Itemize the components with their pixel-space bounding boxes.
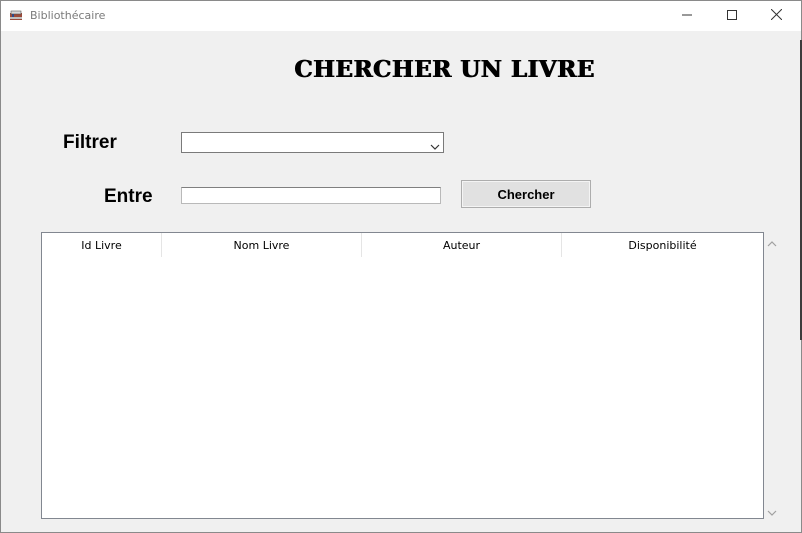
column-header-id[interactable]: Id Livre <box>42 233 162 257</box>
filter-dropdown[interactable] <box>181 132 444 153</box>
scroll-up-arrow-icon[interactable] <box>765 236 779 247</box>
app-window: Bibliothécaire CHERCHER UN LIVRE Filtrer… <box>0 0 802 533</box>
page-title: CHERCHER UN LIVRE <box>294 56 595 83</box>
books-table: Id Livre Nom Livre Auteur Disponibilité <box>41 232 764 519</box>
table-header: Id Livre Nom Livre Auteur Disponibilité <box>42 233 763 257</box>
books-app-icon <box>9 9 23 22</box>
scroll-down-arrow-icon[interactable] <box>765 505 779 516</box>
column-header-author[interactable]: Auteur <box>362 233 562 257</box>
minimize-button[interactable] <box>664 1 709 31</box>
search-label: Entre <box>104 186 153 207</box>
search-input[interactable] <box>181 187 441 204</box>
filter-label: Filtrer <box>63 132 117 153</box>
chevron-down-icon <box>430 138 440 150</box>
window-title: Bibliothécaire <box>30 9 106 22</box>
title-bar: Bibliothécaire <box>1 1 801 31</box>
close-button[interactable] <box>754 1 799 31</box>
minimize-icon <box>681 7 692 25</box>
maximize-icon <box>726 7 737 25</box>
search-button[interactable]: Chercher <box>461 180 591 208</box>
close-icon <box>770 7 783 25</box>
maximize-button[interactable] <box>709 1 754 31</box>
column-header-availability[interactable]: Disponibilité <box>562 233 763 257</box>
column-header-name[interactable]: Nom Livre <box>162 233 362 257</box>
